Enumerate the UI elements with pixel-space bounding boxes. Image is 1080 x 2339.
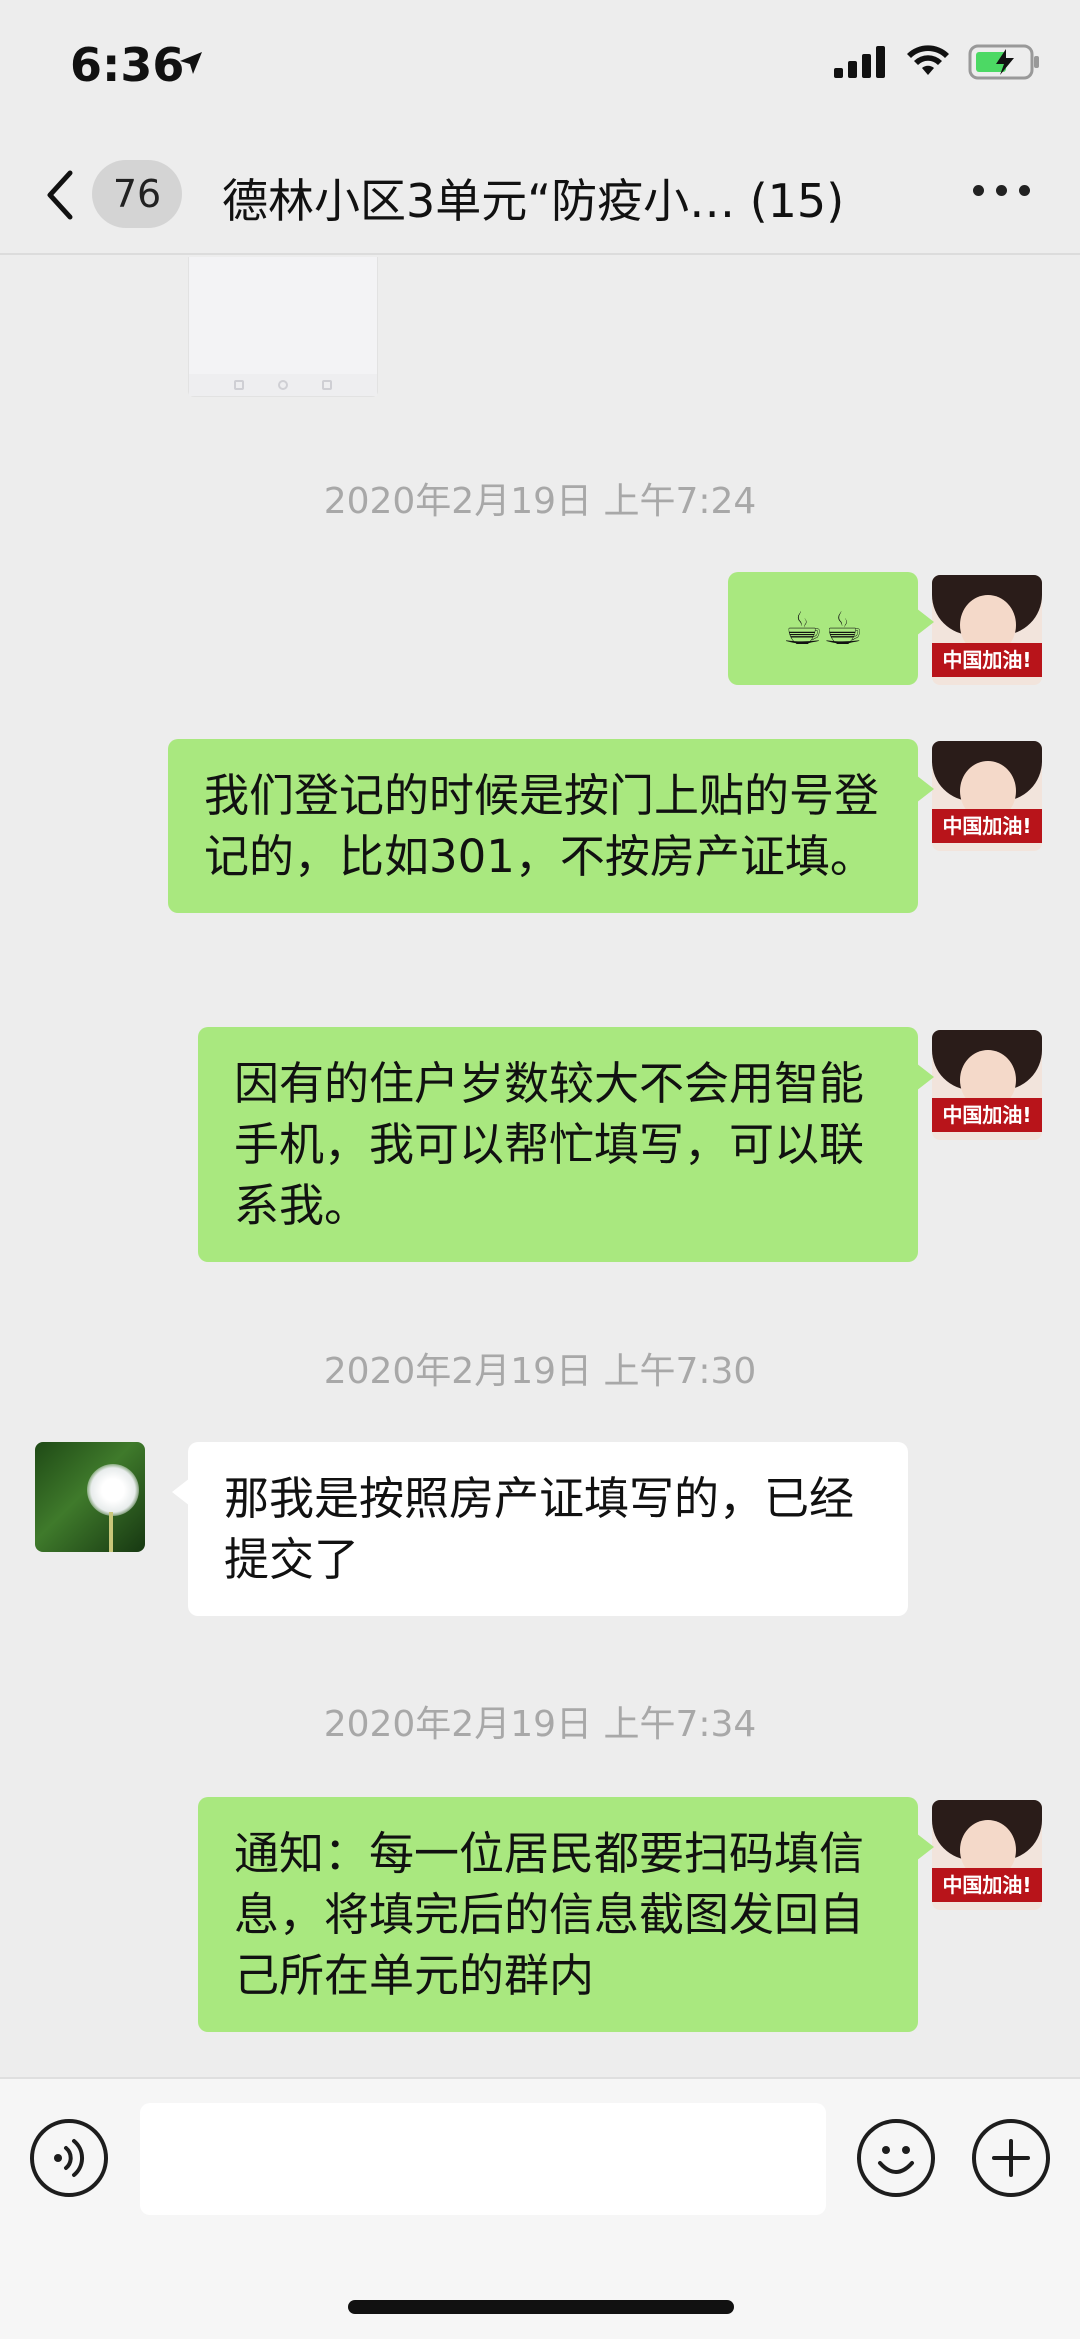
message-timestamp: 2020年2月19日 上午7:34 xyxy=(323,1704,757,1745)
battery-charging-icon xyxy=(968,44,1039,80)
status-time: 6:36 xyxy=(70,38,185,92)
avatar[interactable]: 中国加油! xyxy=(932,1030,1042,1140)
message-timestamp: 2020年2月19日 上午7:30 xyxy=(323,1351,757,1392)
image-message-thumbnail[interactable] xyxy=(188,257,378,397)
home-indicator[interactable] xyxy=(348,2300,734,2314)
avatar[interactable]: 中国加油! xyxy=(932,575,1042,685)
message-timestamp: 2020年2月19日 上午7:24 xyxy=(323,481,757,522)
unread-count-badge[interactable]: 76 xyxy=(92,160,182,228)
chat-header: 76 德林小区3单元“防疫小… (15) xyxy=(0,135,1080,255)
emoji-icon xyxy=(878,2146,914,2174)
voice-icon xyxy=(54,2139,85,2177)
wifi-icon xyxy=(907,45,949,75)
message-input[interactable] xyxy=(140,2103,826,2215)
message-bubble[interactable]: 我们登记的时候是按门上贴的号登记的，比如301，不按房产证填。 xyxy=(168,739,934,913)
more-options-icon[interactable] xyxy=(973,185,1030,196)
message-bubble[interactable]: 因有的住户岁数较大不会用智能手机，我可以帮忙填写，可以联系我。 xyxy=(198,1027,934,1262)
avatar[interactable]: 中国加油! xyxy=(932,741,1042,851)
avatar-banner-text: 中国加油! xyxy=(932,643,1042,677)
message-bubble[interactable]: ☕☕ xyxy=(728,572,934,685)
chat-title: 德林小区3单元“防疫小… (15) xyxy=(222,174,845,228)
plus-icon xyxy=(992,2139,1030,2177)
message-bubble[interactable]: 通知：每一位居民都要扫码填信息，将填完后的信息截图发回自己所在单元的群内 xyxy=(198,1797,934,2032)
emoji-button[interactable] xyxy=(857,2119,935,2197)
message-bubble[interactable]: 那我是按照房产证填写的，已经提交了 xyxy=(172,1442,908,1616)
message-list[interactable]: 2020年2月19日 上午7:24 中国加油! ☕☕ 中国加油! 我们登记的时候… xyxy=(0,257,1080,2077)
signal-icon xyxy=(834,46,885,78)
avatar[interactable]: 中国加油! xyxy=(932,1800,1042,1910)
avatar[interactable] xyxy=(35,1442,145,1552)
voice-input-button[interactable] xyxy=(30,2119,108,2197)
status-bar: 6:36 xyxy=(0,0,1080,135)
location-arrow-icon xyxy=(180,52,202,74)
status-indicators xyxy=(834,44,1040,80)
more-functions-button[interactable] xyxy=(972,2119,1050,2197)
back-chevron-icon[interactable] xyxy=(40,165,80,225)
